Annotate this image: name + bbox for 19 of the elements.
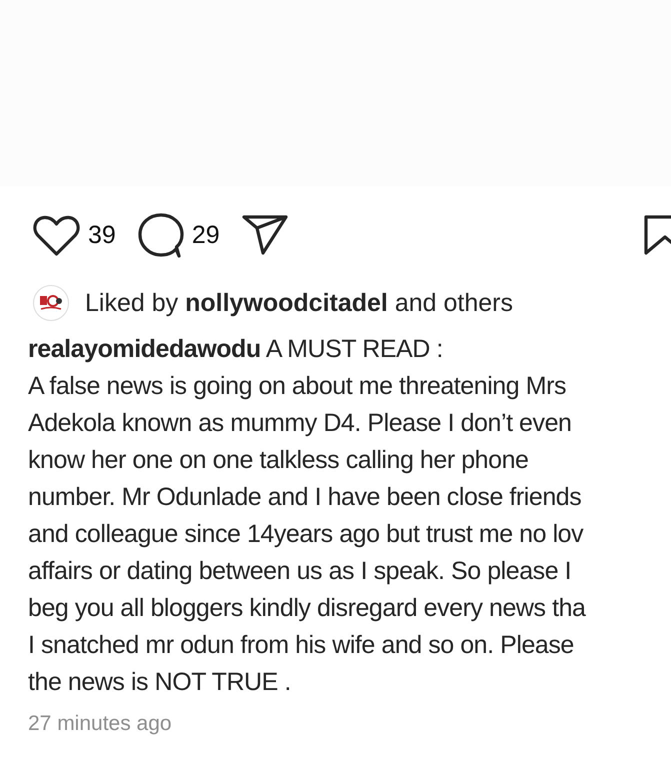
caption-line: beg you all bloggers kindly disregard every news tha: [28, 593, 586, 624]
caption-line: number. Mr Odunlade and I have been close friends: [28, 482, 582, 513]
caption-line: affairs or dating between us as I speak. So please I: [28, 556, 572, 587]
bookmark-icon[interactable]: [644, 215, 671, 255]
heart-icon[interactable]: [33, 214, 80, 256]
caption-line: know her one on one talkless calling her phone: [28, 445, 528, 476]
like-count: 39: [88, 220, 116, 250]
liked-by-text: Liked by nollywoodcitadel and others: [85, 288, 513, 318]
timestamp: 27 minutes ago: [27, 712, 173, 736]
comment-icon[interactable]: [138, 212, 184, 258]
caption-line: and colleague since 14years ago but trust me no lov: [28, 519, 584, 550]
comment-count: 29: [192, 220, 220, 250]
avatar[interactable]: [33, 285, 69, 321]
caption-line: Adekola known as mummy D4. Please I don’t even: [28, 408, 572, 439]
send-icon[interactable]: [242, 215, 288, 255]
caption-line: the news is NOT TRUE .: [28, 667, 291, 698]
caption-line: A false news is going on about me threatening Mrs: [28, 371, 566, 402]
caption-line: realayomidedawodu A MUST READ :: [28, 334, 443, 365]
caption-line: I snatched mr odun from his wife and so on. Please: [28, 630, 574, 661]
